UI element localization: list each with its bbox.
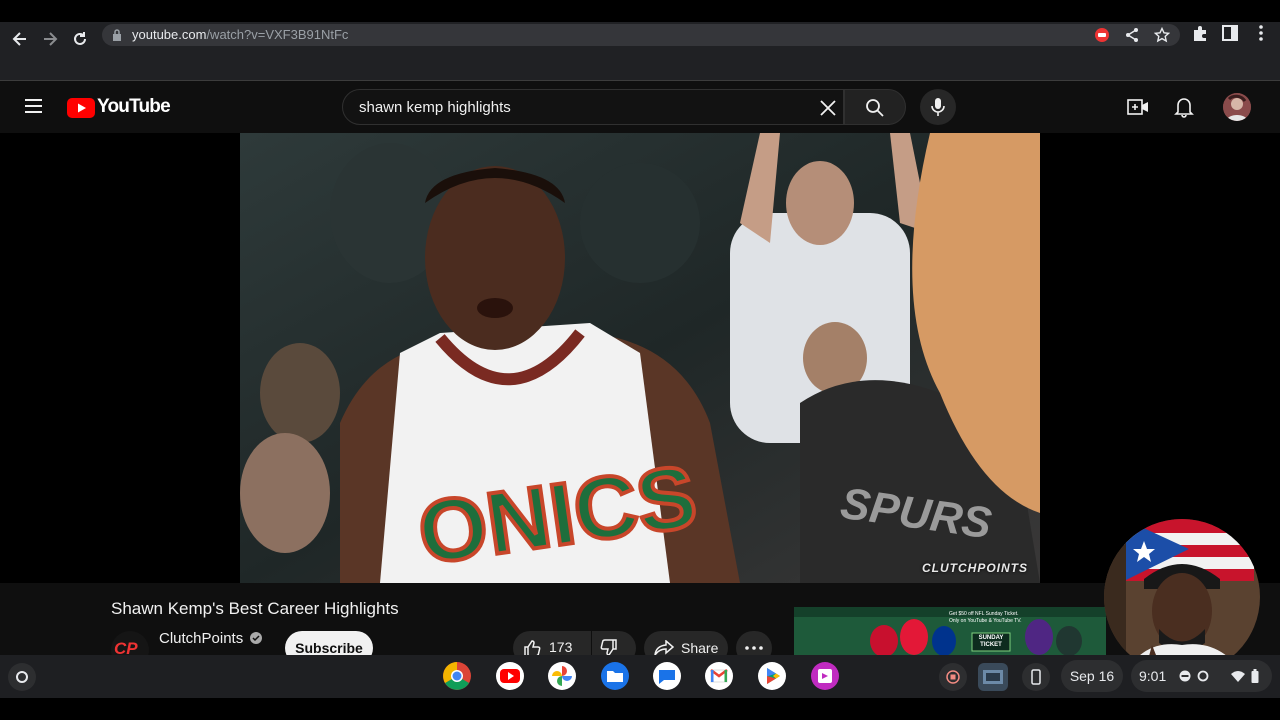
ad-badge-line: TICKET <box>980 642 1002 648</box>
do-not-disturb-icon <box>1179 670 1191 682</box>
wifi-icon <box>1231 671 1245 682</box>
play-store-app[interactable] <box>757 661 787 691</box>
screenshot-thumbnail-icon <box>983 670 1003 684</box>
sync-icon <box>1197 670 1209 682</box>
webcam-feed <box>1104 519 1260 675</box>
holding-space-button[interactable] <box>978 663 1008 691</box>
channel-name-text: ClutchPoints <box>159 630 244 647</box>
share-arrow-icon <box>654 640 674 655</box>
side-panel-icon[interactable] <box>1221 24 1239 42</box>
more-actions-button[interactable] <box>736 631 772 655</box>
phone-hub-button[interactable] <box>1022 663 1050 691</box>
messages-icon <box>653 662 681 690</box>
reload-icon[interactable] <box>70 30 90 48</box>
thumbs-down-icon <box>600 639 617 655</box>
back-icon[interactable] <box>10 30 30 48</box>
notifications-bell-icon[interactable] <box>1174 96 1194 118</box>
youtube-logo-text: YouTube <box>97 96 171 117</box>
channel-avatar[interactable]: CP <box>111 631 149 655</box>
status-tray[interactable]: 9:01 <box>1131 660 1272 692</box>
phone-icon <box>1031 669 1041 685</box>
more-horizontal-icon <box>745 646 763 650</box>
bookmark-star-icon[interactable] <box>1153 26 1171 43</box>
messages-app[interactable] <box>652 661 682 691</box>
browser-toolbar: youtube.com/watch?v=VXF3B91NtFc <box>0 22 1280 80</box>
share-icon[interactable] <box>1124 27 1140 43</box>
launcher-circle-icon <box>16 671 28 683</box>
video-frame: SPURS ONICS <box>240 133 1040 583</box>
screencast-icon <box>811 662 839 690</box>
youtube-app[interactable] <box>495 661 525 691</box>
account-avatar[interactable] <box>1223 93 1251 121</box>
photos-app[interactable] <box>547 661 577 691</box>
youtube-header: YouTube shawn kemp highlights <box>0 81 1280 133</box>
ad-line: Get $50 off NFL Sunday Ticket. <box>949 611 1019 617</box>
search-button[interactable] <box>844 89 906 125</box>
youtube-extension-icon[interactable] <box>1094 27 1110 43</box>
create-video-icon[interactable] <box>1127 97 1149 117</box>
like-count: 173 <box>549 639 573 655</box>
files-icon <box>601 662 629 690</box>
share-label: Share <box>681 640 719 655</box>
microphone-icon <box>931 98 945 116</box>
ad-line: Only on YouTube & YouTube TV. <box>949 618 1022 624</box>
like-button[interactable]: 173 <box>513 631 591 655</box>
system-shelf: Sep 16 9:01 <box>0 655 1280 698</box>
clear-search-icon[interactable] <box>819 99 837 117</box>
youtube-icon <box>496 662 524 690</box>
lock-icon <box>112 28 122 41</box>
ad-badge-line: SUNDAY <box>978 635 1004 641</box>
search-query: shawn kemp highlights <box>359 99 511 116</box>
youtube-play-icon <box>67 98 95 118</box>
screen-record-button[interactable] <box>939 663 967 691</box>
channel-avatar-text: CP <box>114 639 138 655</box>
battery-icon <box>1251 669 1259 683</box>
extensions-puzzle-icon[interactable] <box>1191 24 1209 42</box>
photos-icon <box>548 662 576 690</box>
sunday-ticket-ad-banner[interactable]: Get $50 off NFL Sunday Ticket. Only on Y… <box>794 607 1106 655</box>
chrome-app[interactable] <box>442 661 472 691</box>
chrome-icon <box>443 662 471 690</box>
date-tray[interactable]: Sep 16 <box>1061 660 1123 692</box>
thumbs-up-icon <box>524 640 541 655</box>
bottom-letterbox <box>0 698 1280 720</box>
clock-time: 9:01 <box>1139 668 1167 684</box>
url-path: /watch?v=VXF3B91NtFc <box>206 27 349 42</box>
menu-kebab-icon[interactable] <box>1252 24 1270 42</box>
url-text[interactable]: youtube.com/watch?v=VXF3B91NtFc <box>132 27 348 42</box>
record-stop-icon <box>946 670 960 684</box>
url-host: youtube.com <box>132 27 207 42</box>
top-letterbox <box>0 0 1280 22</box>
channel-name[interactable]: ClutchPoints <box>159 630 263 647</box>
launcher-button[interactable] <box>8 663 36 691</box>
play-store-icon <box>758 662 786 690</box>
webcam-overlay <box>1104 519 1260 675</box>
voice-search-button[interactable] <box>920 89 956 125</box>
forward-icon[interactable] <box>40 30 60 48</box>
search-input[interactable]: shawn kemp highlights <box>342 89 844 125</box>
video-info-panel: Shawn Kemp's Best Career Highlights CP C… <box>0 583 1280 655</box>
address-bar[interactable]: youtube.com/watch?v=VXF3B91NtFc <box>102 24 1180 46</box>
hamburger-menu-icon[interactable] <box>24 98 44 114</box>
share-button[interactable]: Share <box>644 631 728 655</box>
search-icon <box>866 99 884 117</box>
verified-check-icon <box>250 632 263 644</box>
dislike-button[interactable] <box>592 631 636 655</box>
subscribe-button[interactable]: Subscribe <box>285 631 373 655</box>
ad-text: Get $50 off NFL Sunday Ticket. Only on Y… <box>949 611 1021 625</box>
video-player[interactable]: SPURS ONICS CLUTCHPOINTS <box>240 133 1040 583</box>
ad-badge: SUNDAY TICKET <box>974 635 1008 649</box>
gmail-icon <box>705 662 733 690</box>
files-app[interactable] <box>600 661 630 691</box>
gmail-app[interactable] <box>704 661 734 691</box>
video-watermark: CLUTCHPOINTS <box>922 561 1028 575</box>
screencast-app[interactable] <box>810 661 840 691</box>
video-title: Shawn Kemp's Best Career Highlights <box>111 599 399 618</box>
